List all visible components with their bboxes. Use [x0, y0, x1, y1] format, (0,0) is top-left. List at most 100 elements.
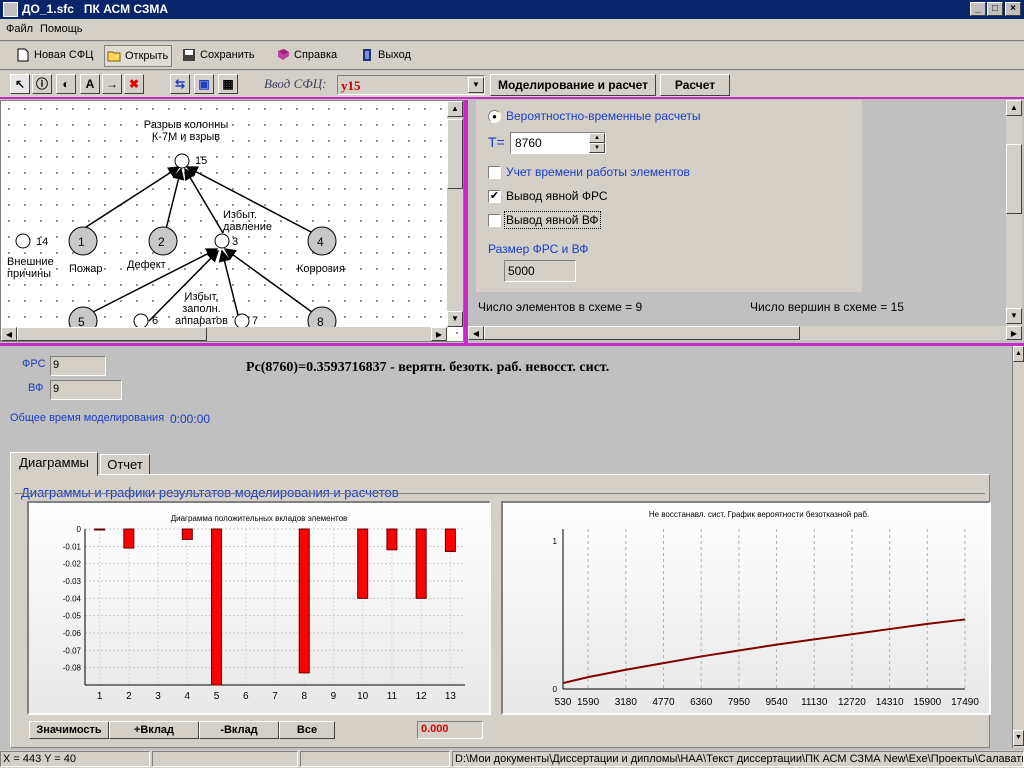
- sfc-input[interactable]: y15 ▼: [337, 75, 485, 95]
- info-tool[interactable]: ⓘ: [32, 74, 52, 94]
- size-field[interactable]: 5000: [504, 260, 576, 282]
- scroll-down-icon[interactable]: ▼: [1013, 730, 1024, 746]
- scroll-right-icon[interactable]: ▶: [431, 327, 447, 341]
- tab-diagrams[interactable]: Диаграммы: [10, 452, 98, 476]
- bar-xtick-label: 12: [416, 691, 428, 702]
- minimize-button[interactable]: _: [970, 2, 986, 16]
- radio-prob-time[interactable]: ●: [488, 110, 501, 123]
- scroll-up-icon[interactable]: ▲: [1006, 100, 1022, 116]
- diagram-canvas[interactable]: Разрыв колонны К-7М и взрыв 15 1 Пожар 2…: [0, 100, 464, 342]
- time-label: Общее время моделирования: [10, 412, 165, 424]
- status-path: D:\Мои документы\Диссертации и дипломы\Н…: [452, 751, 1024, 767]
- scroll-down-icon[interactable]: ▼: [447, 311, 463, 327]
- bar-2: [123, 528, 135, 549]
- delete-tool[interactable]: ✖: [124, 74, 144, 94]
- bar-13: [444, 528, 456, 553]
- node-7[interactable]: [234, 313, 250, 327]
- maximize-button[interactable]: □: [987, 2, 1003, 16]
- node-3-label: Избыт. давление: [223, 209, 273, 233]
- diagram-vscroll[interactable]: ▲ ▼: [447, 101, 463, 327]
- open-button[interactable]: Открыть: [104, 45, 173, 67]
- help-label: Справка: [294, 49, 338, 61]
- window-title: ДО_1.sfc ПК АСМ СЗМА: [22, 2, 169, 16]
- scroll-left-icon[interactable]: ◀: [468, 326, 484, 340]
- node-4-label: Коррозия: [297, 263, 345, 275]
- params-hscroll[interactable]: ◀ ▶: [468, 326, 1022, 340]
- minus-contribution-button[interactable]: -Вклад: [199, 721, 279, 739]
- line-chart-title: Не восстанавл. сист. График вероятности …: [649, 510, 869, 519]
- sfc-input-value: y15: [341, 78, 361, 93]
- calc-button[interactable]: Расчет: [660, 74, 730, 96]
- params-vscroll[interactable]: ▲ ▼: [1006, 100, 1022, 326]
- cb-explicit-vf[interactable]: [488, 214, 501, 227]
- spin-down-icon[interactable]: ▼: [589, 143, 605, 153]
- cb-explicit-frs-label: Вывод явной ФРС: [506, 189, 608, 203]
- node-2-num: 2: [158, 235, 165, 249]
- save-button[interactable]: Сохранить: [180, 45, 255, 67]
- save-icon: [183, 49, 195, 61]
- menu-help[interactable]: Помощь: [40, 23, 83, 35]
- diagram-hscroll[interactable]: ◀ ▶: [1, 327, 447, 341]
- t-spinner[interactable]: 8760 ▲ ▼: [510, 132, 606, 154]
- cb-explicit-frs[interactable]: ✔: [488, 190, 501, 203]
- params-pane: ● Вероятностно-временные расчеты T= 8760…: [468, 100, 1024, 342]
- open-label: Открыть: [125, 50, 169, 62]
- line-xtick-label: 17490: [951, 697, 979, 708]
- node-6-num: 6: [152, 315, 159, 327]
- exit-label: Выход: [378, 49, 411, 61]
- node-tool[interactable]: ◐: [56, 74, 76, 94]
- bar-xtick-label: 13: [445, 691, 457, 702]
- node-3[interactable]: [214, 233, 230, 249]
- vertices-count: Число вершин в схеме = 15: [750, 300, 904, 314]
- spin-up-icon[interactable]: ▲: [589, 133, 605, 143]
- frs-label: ФРС: [22, 358, 46, 370]
- close-button[interactable]: ×: [1005, 2, 1021, 16]
- exit-button[interactable]: Выход: [358, 45, 411, 67]
- select-tool[interactable]: ▣: [194, 74, 214, 94]
- scroll-right-icon[interactable]: ▶: [1006, 326, 1022, 340]
- radio-prob-time-label: Вероятностно-временные расчеты: [506, 109, 701, 123]
- significance-button[interactable]: Значимость: [29, 721, 109, 739]
- chevron-down-icon[interactable]: ▼: [468, 77, 484, 93]
- cb-work-time[interactable]: [488, 166, 501, 179]
- pane-splitter[interactable]: [464, 100, 468, 343]
- model-calc-button[interactable]: Моделирование и расчет: [490, 74, 656, 96]
- results-vscroll[interactable]: ▲ ▼: [1012, 346, 1024, 748]
- scroll-down-icon[interactable]: ▼: [1006, 308, 1022, 324]
- tab-report[interactable]: Отчет: [100, 454, 150, 476]
- help-button[interactable]: Справка: [274, 45, 337, 67]
- new-label: Новая СФЦ: [34, 49, 94, 61]
- plus-contribution-button[interactable]: +Вклад: [109, 721, 199, 739]
- new-button[interactable]: Новая СФЦ: [14, 45, 93, 67]
- scroll-up-icon[interactable]: ▲: [447, 101, 463, 117]
- scroll-thumb[interactable]: [447, 119, 463, 189]
- connect-tool[interactable]: ⇆: [170, 74, 190, 94]
- hscroll-thumb[interactable]: [484, 326, 800, 340]
- scroll-thumb[interactable]: [1006, 144, 1022, 214]
- grid-tool[interactable]: ▦: [218, 74, 238, 94]
- hscroll-thumb[interactable]: [17, 327, 207, 341]
- pointer-tool[interactable]: ↖: [10, 74, 30, 94]
- node-6[interactable]: [133, 313, 149, 327]
- scroll-up-icon[interactable]: ▲: [1013, 346, 1024, 362]
- value-text: 0.000: [421, 723, 449, 735]
- text-tool[interactable]: A: [80, 74, 100, 94]
- bar-ytick-label: -0.03: [63, 577, 82, 586]
- menu-file[interactable]: Файл: [6, 23, 33, 35]
- bar-xtick-label: 11: [387, 691, 398, 702]
- line-xtick-label: 15900: [913, 697, 941, 708]
- status-bar: X = 443 Y = 40 D:\Мои документы\Диссерта…: [0, 750, 1024, 768]
- all-button[interactable]: Все: [279, 721, 335, 739]
- bar-ytick-label: -0.04: [63, 594, 82, 603]
- top-event-node[interactable]: [174, 153, 190, 169]
- scroll-left-icon[interactable]: ◀: [1, 327, 17, 341]
- line-xtick-label: 7950: [728, 697, 751, 708]
- app-icon[interactable]: [3, 2, 18, 17]
- arrow-tool[interactable]: →: [102, 74, 122, 94]
- bar-xtick-label: 3: [155, 691, 161, 702]
- bar-ytick-label: -0.05: [63, 612, 82, 621]
- node-14[interactable]: [15, 233, 31, 249]
- menu-bar: Файл Помощь: [0, 19, 1024, 41]
- line-xtick-label: 4770: [652, 697, 675, 708]
- bar-ytick-label: -0.01: [63, 542, 82, 551]
